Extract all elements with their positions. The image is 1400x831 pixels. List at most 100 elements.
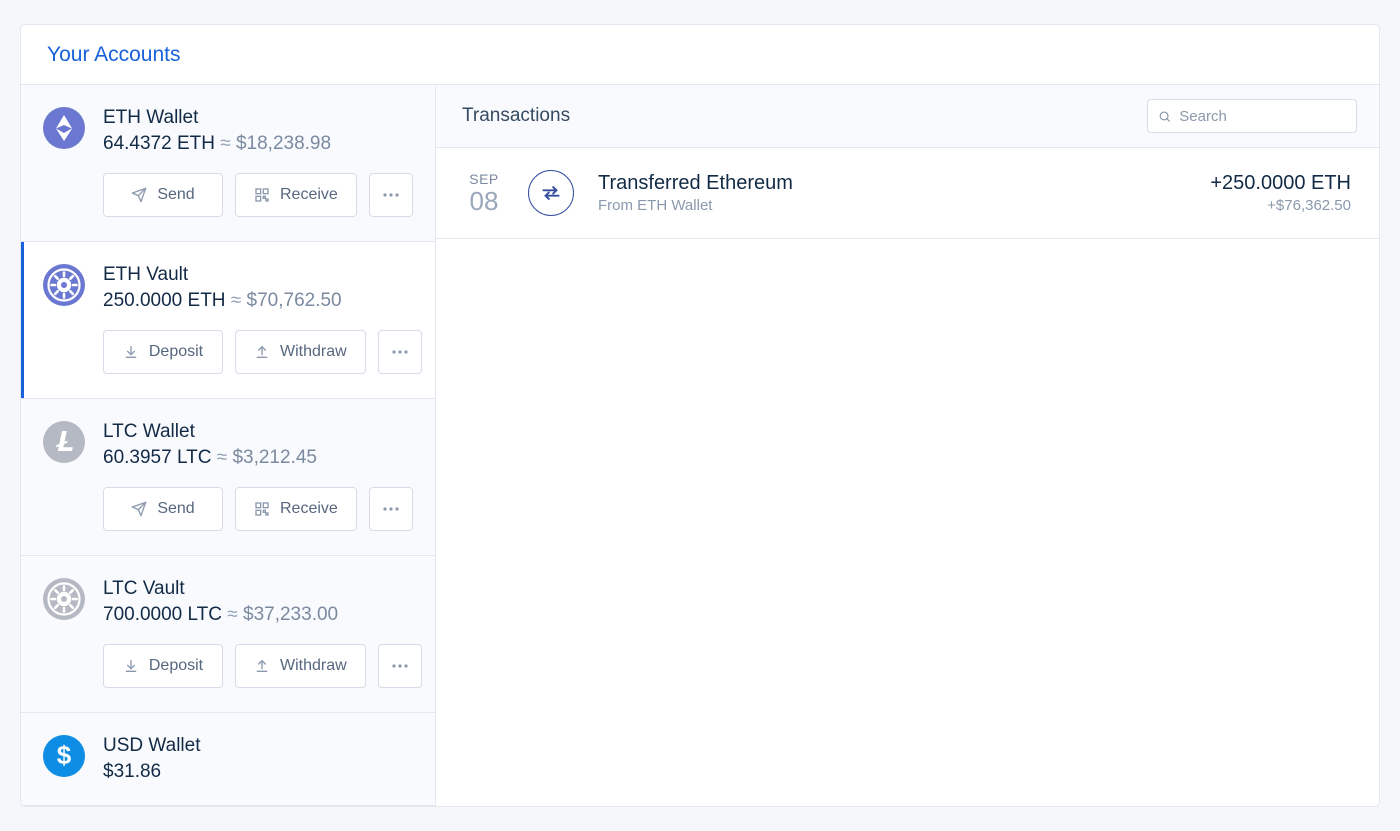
approx-symbol: ≈ <box>211 447 232 468</box>
transaction-day: 08 <box>464 187 504 216</box>
account-item-eth-vault[interactable]: ETH Vault 250.0000 ETH ≈ $70,762.50 Deposi… <box>21 242 435 399</box>
transaction-subtitle: From ETH Wallet <box>598 197 1186 214</box>
send-icon <box>131 501 147 517</box>
account-actions: Send Receive <box>103 173 413 217</box>
account-body: ETH Wallet64.4372 ETH ≈ $18,238.98SendRe… <box>103 107 413 217</box>
account-body: LTC Wallet 60.3957 LTC ≈ $3,212.45 Send Rec… <box>103 421 413 531</box>
deposit-button[interactable]: Deposit <box>103 330 223 374</box>
more-button[interactable] <box>369 173 413 217</box>
transactions-title: Transactions <box>462 105 570 127</box>
dollar-icon: $ <box>43 735 85 777</box>
withdraw-button[interactable]: Withdraw <box>235 644 366 688</box>
withdraw-button-label: Withdraw <box>280 657 347 675</box>
transactions-header: Transactions <box>436 85 1379 148</box>
account-name: USD Wallet <box>103 735 411 757</box>
vault-icon <box>43 578 85 620</box>
download-icon <box>123 344 139 360</box>
send-button[interactable]: Send <box>103 173 223 217</box>
more-button[interactable] <box>378 330 422 374</box>
more-button[interactable] <box>378 644 422 688</box>
transaction-icon <box>528 170 574 216</box>
approx-symbol: ≈ <box>222 604 243 625</box>
deposit-button[interactable]: Deposit <box>103 644 223 688</box>
transaction-title: Transferred Ethereum <box>598 172 1186 195</box>
transaction-amount-fiat: +$76,362.50 <box>1210 197 1351 214</box>
receive-button-label: Receive <box>280 500 338 518</box>
transactions-list: SEP08 Transferred Ethereum From ETH Wallet… <box>436 148 1379 239</box>
more-icon <box>392 350 408 354</box>
transaction-date: SEP08 <box>464 171 504 216</box>
account-item-eth-wallet[interactable]: ETH Wallet64.4372 ETH ≈ $18,238.98SendRe… <box>21 85 435 242</box>
page-title: Your Accounts <box>47 43 1353 67</box>
account-crypto-balance: 64.4372 ETH <box>103 133 215 154</box>
transaction-description: Transferred Ethereum From ETH Wallet <box>598 172 1186 214</box>
send-button[interactable]: Send <box>103 487 223 531</box>
account-fiat-balance: $70,762.50 <box>247 290 342 311</box>
account-crypto-balance: 700.0000 LTC <box>103 604 222 625</box>
card-body: ETH Wallet64.4372 ETH ≈ $18,238.98SendRe… <box>21 85 1379 806</box>
account-balance: 250.0000 ETH ≈ $70,762.50 <box>103 290 422 312</box>
account-name: LTC Vault <box>103 578 422 600</box>
qr-icon <box>254 187 270 203</box>
transaction-amount: +250.0000 ETH +$76,362.50 <box>1210 172 1351 214</box>
send-button-label: Send <box>157 500 194 518</box>
transactions-panel: Transactions SEP08 Transferred Ethereum Fr… <box>436 85 1379 806</box>
account-crypto-balance: 60.3957 LTC <box>103 447 211 468</box>
litecoin-icon <box>43 421 85 463</box>
account-item-usd-wallet[interactable]: $ USD Wallet $31.86 <box>21 713 435 806</box>
account-crypto-balance: $31.86 <box>103 761 161 782</box>
account-icon <box>43 264 85 306</box>
account-icon <box>43 107 85 149</box>
deposit-button-label: Deposit <box>149 343 203 361</box>
accounts-sidebar: ETH Wallet64.4372 ETH ≈ $18,238.98SendRe… <box>21 85 436 806</box>
account-icon <box>43 421 85 463</box>
ethereum-icon <box>43 107 85 149</box>
transaction-month: SEP <box>464 171 504 187</box>
account-item-ltc-wallet[interactable]: LTC Wallet 60.3957 LTC ≈ $3,212.45 Send Rec… <box>21 399 435 556</box>
deposit-button-label: Deposit <box>149 657 203 675</box>
approx-symbol: ≈ <box>226 290 247 311</box>
qr-icon <box>254 501 270 517</box>
send-icon <box>131 187 147 203</box>
withdraw-button[interactable]: Withdraw <box>235 330 366 374</box>
account-balance: 60.3957 LTC ≈ $3,212.45 <box>103 447 413 469</box>
account-crypto-balance: 250.0000 ETH <box>103 290 226 311</box>
more-icon <box>392 664 408 668</box>
transaction-row[interactable]: SEP08 Transferred Ethereum From ETH Wallet… <box>436 148 1379 239</box>
account-actions: Send Receive <box>103 487 413 531</box>
transfer-icon <box>538 180 564 206</box>
account-balance: 64.4372 ETH ≈ $18,238.98 <box>103 133 413 155</box>
svg-text:$: $ <box>57 740 72 770</box>
account-body: LTC Vault 700.0000 LTC ≈ $37,233.00 Deposi… <box>103 578 422 688</box>
more-icon <box>383 193 399 197</box>
account-name: LTC Wallet <box>103 421 413 443</box>
account-fiat-balance: $18,238.98 <box>236 133 331 154</box>
account-name: ETH Vault <box>103 264 422 286</box>
more-icon <box>383 507 399 511</box>
receive-button[interactable]: Receive <box>235 173 357 217</box>
card-header: Your Accounts <box>21 25 1379 85</box>
upload-icon <box>254 344 270 360</box>
search-input[interactable] <box>1179 108 1346 125</box>
receive-button[interactable]: Receive <box>235 487 357 531</box>
account-body: USD Wallet $31.86 <box>103 735 411 783</box>
vault-icon <box>43 264 85 306</box>
transaction-amount-crypto: +250.0000 ETH <box>1210 172 1351 195</box>
account-body: ETH Vault 250.0000 ETH ≈ $70,762.50 Deposi… <box>103 264 422 374</box>
account-icon <box>43 578 85 620</box>
account-fiat-balance: $37,233.00 <box>243 604 338 625</box>
upload-icon <box>254 658 270 674</box>
receive-button-label: Receive <box>280 186 338 204</box>
accounts-card: Your Accounts ETH Wallet64.4372 ETH ≈ $1… <box>20 24 1380 807</box>
withdraw-button-label: Withdraw <box>280 343 347 361</box>
account-balance: $31.86 <box>103 761 411 783</box>
account-icon: $ <box>43 735 85 777</box>
account-actions: Deposit Withdraw <box>103 330 422 374</box>
search-icon <box>1158 109 1171 124</box>
search-box[interactable] <box>1147 99 1357 133</box>
account-actions: Deposit Withdraw <box>103 644 422 688</box>
more-button[interactable] <box>369 487 413 531</box>
account-fiat-balance: $3,212.45 <box>232 447 317 468</box>
account-item-ltc-vault[interactable]: LTC Vault 700.0000 LTC ≈ $37,233.00 Deposi… <box>21 556 435 713</box>
send-button-label: Send <box>157 186 194 204</box>
